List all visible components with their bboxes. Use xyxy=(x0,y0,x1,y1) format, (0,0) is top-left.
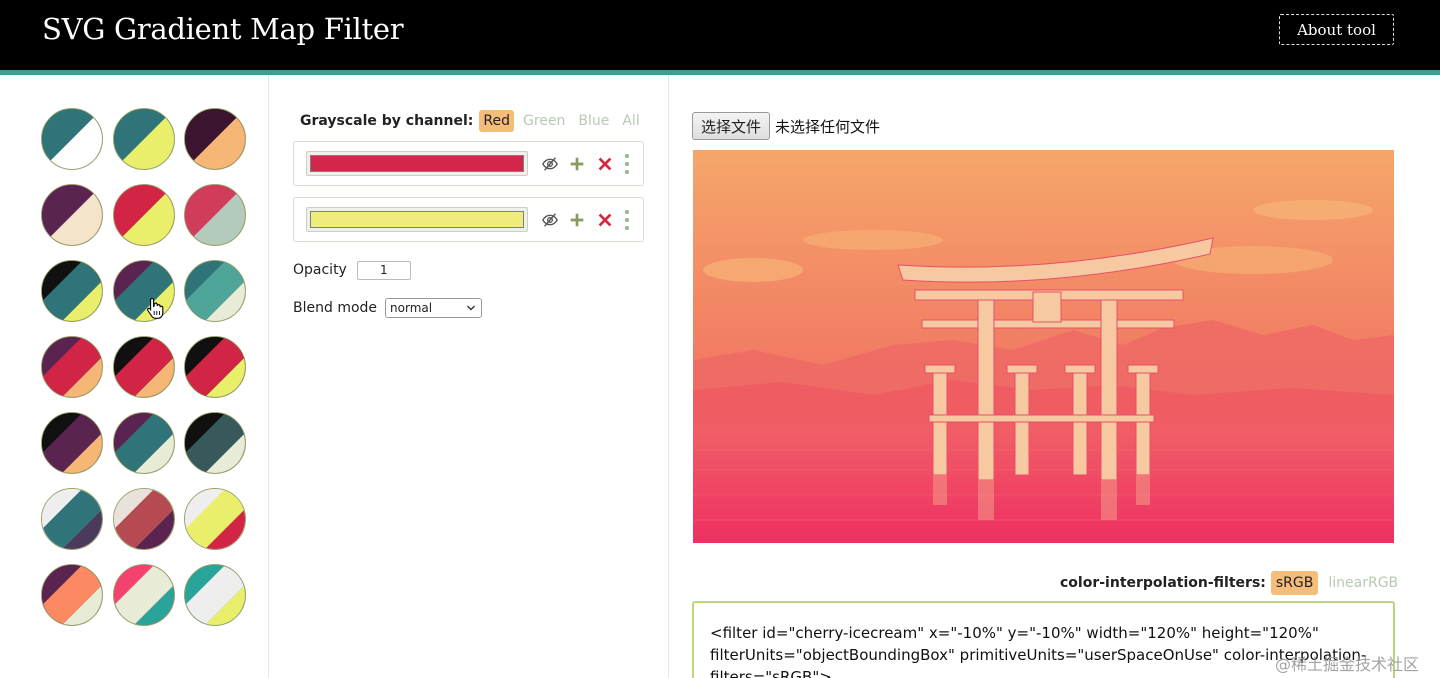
add-stop-plus-icon[interactable] xyxy=(567,154,587,174)
preset-p18[interactable] xyxy=(184,488,246,550)
channel-red-option[interactable]: Red xyxy=(479,110,514,132)
preset-p20[interactable] xyxy=(113,564,175,626)
preset-p16[interactable] xyxy=(41,488,103,550)
preset-p17[interactable] xyxy=(113,488,175,550)
blend-mode-value: normal xyxy=(390,301,433,315)
preset-p15[interactable] xyxy=(184,412,246,474)
opacity-control: Opacity xyxy=(293,260,411,280)
blend-mode-label: Blend mode xyxy=(293,300,378,316)
file-status-text: 未选择任何文件 xyxy=(775,117,881,136)
color-swatch xyxy=(310,211,524,228)
preset-p10[interactable] xyxy=(41,336,103,398)
blend-mode-control: Blend mode normal xyxy=(293,298,483,318)
opacity-label: Opacity xyxy=(293,262,347,278)
channel-green-option[interactable]: Green xyxy=(519,110,569,132)
remove-stop-close-icon[interactable] xyxy=(595,210,615,230)
remove-stop-close-icon[interactable] xyxy=(595,154,615,174)
preset-p13[interactable] xyxy=(41,412,103,474)
preset-p9[interactable] xyxy=(184,260,246,322)
about-tool-button[interactable]: About tool xyxy=(1279,14,1394,45)
color-stop-1 xyxy=(293,141,644,186)
column-divider-right xyxy=(668,75,669,678)
color-swatch xyxy=(310,155,524,172)
srgb-option[interactable]: sRGB xyxy=(1270,571,1319,595)
color-swatch-picker[interactable] xyxy=(306,207,528,232)
preset-p21[interactable] xyxy=(184,564,246,626)
chevron-down-icon xyxy=(467,305,476,311)
preset-p14[interactable] xyxy=(113,412,175,474)
color-interpolation-selector: color-interpolation-filters: sRGB linear… xyxy=(1060,570,1408,596)
watermark-text: @稀土掘金技术社区 xyxy=(1275,655,1420,674)
hide-eye-icon[interactable] xyxy=(540,154,560,174)
preset-p11[interactable] xyxy=(113,336,175,398)
page-title: SVG Gradient Map Filter xyxy=(42,12,404,46)
preset-p6[interactable] xyxy=(184,184,246,246)
channel-label: Grayscale by channel: xyxy=(300,113,474,129)
preset-p12[interactable] xyxy=(184,336,246,398)
app-header: SVG Gradient Map Filter About tool xyxy=(0,0,1440,70)
add-stop-plus-icon[interactable] xyxy=(567,210,587,230)
linearrgb-option[interactable]: linearRGB xyxy=(1323,571,1403,595)
channel-all-option[interactable]: All xyxy=(618,110,643,132)
header-accent-bar xyxy=(0,70,1440,75)
preset-p8[interactable] xyxy=(113,260,175,322)
hand-cursor-icon xyxy=(147,297,164,319)
hide-eye-icon[interactable] xyxy=(540,210,560,230)
preset-p2[interactable] xyxy=(113,108,175,170)
drag-handle-icon[interactable] xyxy=(622,154,632,174)
color-interpolation-label: color-interpolation-filters: xyxy=(1060,575,1266,591)
preview-image xyxy=(693,150,1394,543)
column-divider-left xyxy=(268,75,269,678)
color-swatch-picker[interactable] xyxy=(306,151,528,176)
opacity-input[interactable] xyxy=(356,260,411,280)
file-picker: 选择文件 未选择任何文件 xyxy=(692,112,880,140)
color-stop-2 xyxy=(293,197,644,242)
preset-p3[interactable] xyxy=(184,108,246,170)
preset-p19[interactable] xyxy=(41,564,103,626)
blend-mode-select[interactable]: normal xyxy=(385,298,483,318)
preset-p4[interactable] xyxy=(41,184,103,246)
preset-p7[interactable] xyxy=(41,260,103,322)
choose-file-button[interactable]: 选择文件 xyxy=(692,112,771,140)
preset-p1[interactable] xyxy=(41,108,103,170)
channel-blue-option[interactable]: Blue xyxy=(574,110,613,132)
drag-handle-icon[interactable] xyxy=(622,210,632,230)
preset-p5[interactable] xyxy=(113,184,175,246)
channel-selector: Grayscale by channel: Red Green Blue All xyxy=(300,109,649,133)
